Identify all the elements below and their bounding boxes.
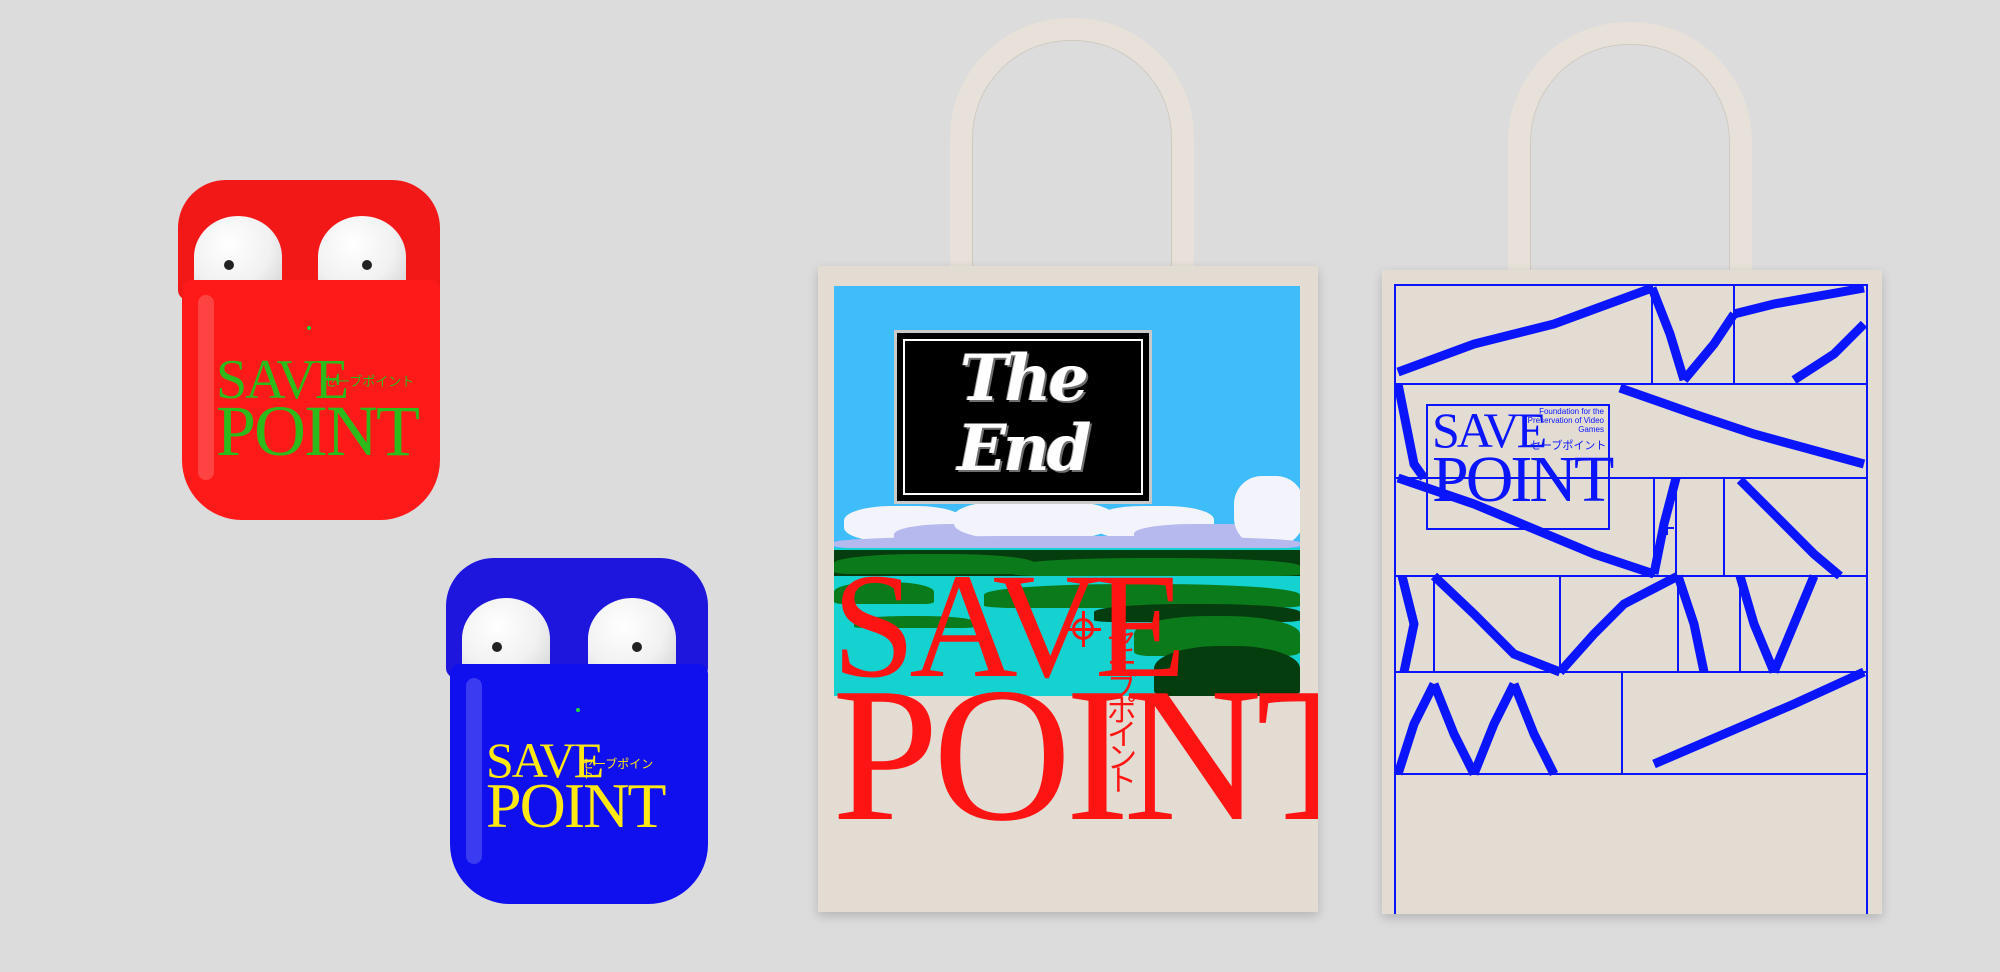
status-led: [576, 708, 580, 712]
blue-airpods-case: SAVE POINT セーブポイント: [446, 558, 708, 904]
save-point-logo: SAVE POINT セーブポイント Foundation for the Pr…: [1426, 404, 1614, 530]
tote-bag-grid: SAVE POINT セーブポイント Foundation for the Pr…: [1382, 270, 1882, 914]
sign-title-end: End: [957, 411, 1091, 486]
status-led: [307, 326, 311, 330]
tote-handle: [1508, 22, 1752, 296]
sparkle-icon: [1065, 611, 1101, 647]
case-logo: SAVE POINT セーブポイント: [216, 349, 420, 471]
case-logo: SAVE POINT セーブポイント: [486, 732, 666, 841]
foundation-text: Foundation for the Preservation of Video…: [1527, 407, 1604, 434]
tote-handle: [950, 18, 1194, 290]
the-end-sign: The End: [894, 330, 1152, 504]
red-airpods-case: SAVE POINT セーブポイント: [178, 180, 440, 520]
pixel-line-pattern: [1394, 284, 1868, 914]
tote-bag-scene: The End SAVE POINT セーブポイント: [818, 266, 1318, 912]
sign-title-the: The: [960, 341, 1089, 416]
